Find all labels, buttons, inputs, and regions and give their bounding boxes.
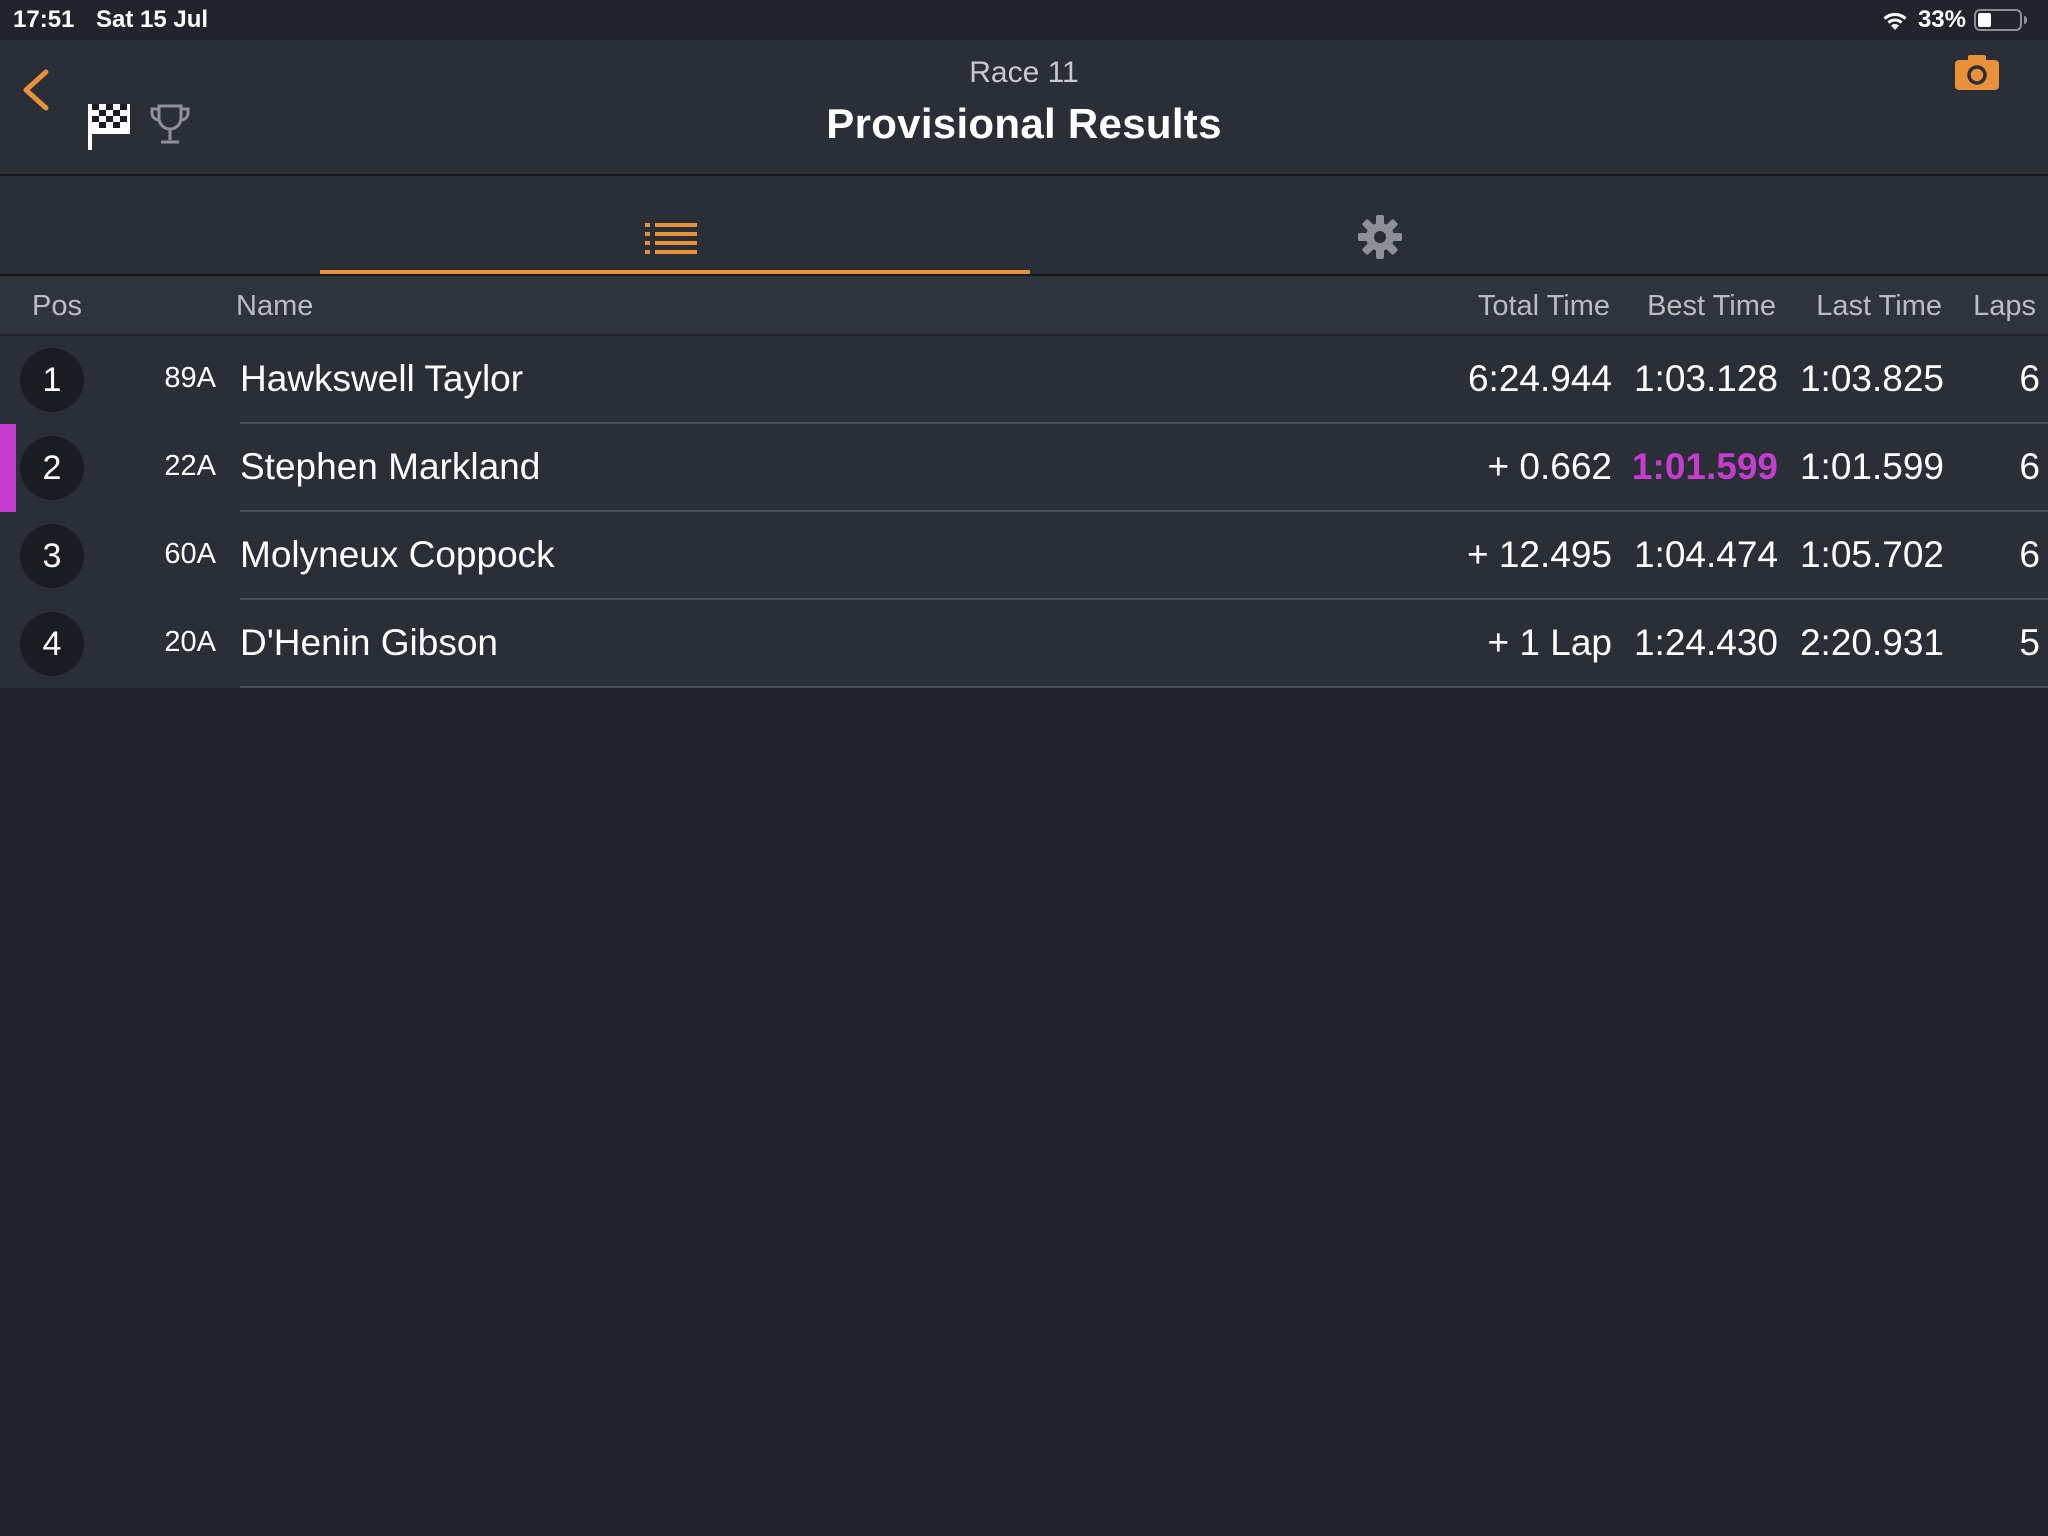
status-date: Sat 15 Jul [96, 6, 209, 33]
page-title: Provisional Results [826, 100, 1222, 147]
driver-name: Molyneux Coppock [240, 534, 555, 575]
driver-name: Hawkswell Taylor [240, 358, 524, 399]
laps: 6 [2019, 446, 2040, 487]
table-row[interactable]: 2 22A Stephen Markland + 0.662 1:01.599 … [0, 424, 2048, 512]
total-time: + 0.662 [1487, 446, 1612, 487]
driver-name: D'Henin Gibson [240, 622, 498, 663]
column-header-total-time: Total Time [1477, 290, 1610, 322]
best-time: 1:03.128 [1633, 358, 1778, 399]
kart-number: 20A [164, 626, 216, 658]
kart-number: 22A [164, 450, 216, 482]
best-time: 1:01.599 [1631, 446, 1778, 487]
battery-percent: 33% [1917, 6, 1966, 33]
wifi-icon [1883, 12, 1907, 30]
tab-settings[interactable] [1030, 176, 1728, 274]
navigation-header: Race 11 Provisional Results [0, 40, 2048, 176]
tab-results-list[interactable] [320, 176, 1030, 274]
position-badge: 3 [20, 524, 84, 588]
laps: 6 [2019, 534, 2040, 575]
status-indicators: 33% [1880, 6, 2030, 34]
best-time: 1:24.430 [1633, 622, 1778, 663]
status-bar: 17:51 Sat 15 Jul 33% [0, 0, 2048, 40]
table-row[interactable]: 4 20A D'Henin Gibson + 1 Lap 1:24.430 2:… [0, 600, 2048, 688]
table-row[interactable]: 1 89A Hawkswell Taylor 6:24.944 1:03.128… [0, 336, 2048, 424]
position-badge: 1 [20, 348, 84, 412]
kart-number: 60A [164, 538, 216, 570]
fastest-lap-indicator [0, 424, 16, 512]
gear-icon [1358, 215, 1402, 259]
laps: 5 [2019, 622, 2040, 663]
column-header-pos: Pos [32, 290, 82, 322]
column-header-last-time: Last Time [1816, 290, 1942, 322]
column-header-best-time: Best Time [1647, 290, 1776, 322]
total-time: + 12.495 [1466, 534, 1612, 575]
laps: 6 [2019, 358, 2040, 399]
list-icon [645, 223, 697, 254]
last-time: 1:03.825 [1799, 358, 1944, 399]
position-badge: 2 [20, 436, 84, 500]
tab-selected-indicator [320, 270, 1030, 274]
kart-number: 89A [164, 362, 216, 394]
results-table-body: 1 89A Hawkswell Taylor 6:24.944 1:03.128… [0, 336, 2048, 688]
column-header-laps: Laps [1973, 290, 2036, 322]
last-time: 1:05.702 [1799, 534, 1944, 575]
row-divider [240, 686, 2048, 688]
race-subtitle: Race 11 [969, 56, 1079, 89]
status-time: 17:51 [13, 6, 75, 33]
last-time: 1:01.599 [1799, 446, 1944, 487]
last-time: 2:20.931 [1799, 622, 1944, 663]
table-row[interactable]: 3 60A Molyneux Coppock + 12.495 1:04.474… [0, 512, 2048, 600]
total-time: 6:24.944 [1467, 358, 1612, 399]
battery-icon [1974, 9, 2027, 31]
tab-bar [0, 176, 2048, 276]
driver-name: Stephen Markland [240, 446, 541, 487]
column-header-name: Name [236, 290, 314, 322]
total-time: + 1 Lap [1487, 622, 1612, 663]
results-screen: 17:51 Sat 15 Jul 33% Race 11 Provisional… [0, 0, 2048, 1536]
camera-icon[interactable] [1954, 54, 2000, 92]
results-table-header: Pos Name Total Time Best Time Last Time … [0, 276, 2048, 334]
best-time: 1:04.474 [1633, 534, 1778, 575]
position-badge: 4 [20, 612, 84, 676]
